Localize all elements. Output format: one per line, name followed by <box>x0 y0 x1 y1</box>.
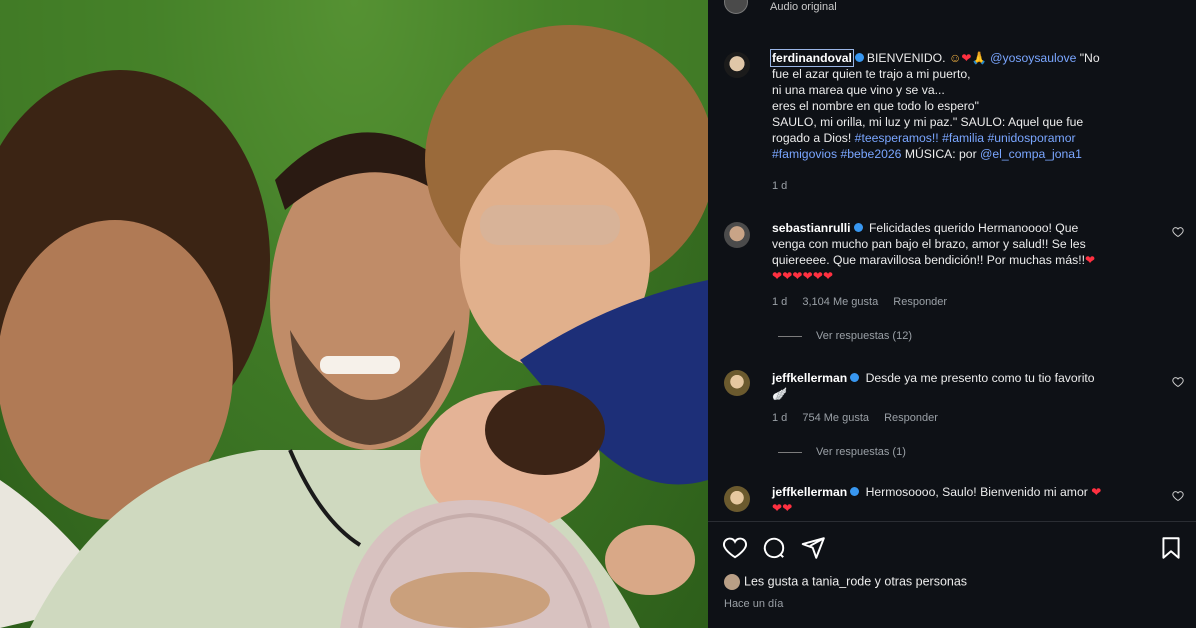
caption: ferdinandoval BIENVENIDO. ☺❤🙏 @yosoysaulo… <box>770 49 1160 162</box>
comment-text: quiereeee. Que maravillosa bendición!! P… <box>772 253 1085 267</box>
comment-avatar[interactable] <box>724 222 750 248</box>
caption-mention-2[interactable]: @el_compa_jona1 <box>980 147 1082 161</box>
comment-text: Felicidades querido Hermanoooo! Que <box>868 221 1079 235</box>
hashtag-4[interactable]: #famigovios <box>772 147 837 161</box>
reply-button[interactable]: Responder <box>893 296 947 308</box>
music-label: MÚSICA: por <box>904 147 977 161</box>
hashtag-2[interactable]: #familia <box>942 131 984 145</box>
caption-time: 1 d <box>772 180 788 192</box>
comment: jeffkellerman Desde ya me presento como … <box>772 370 1160 402</box>
post-photo[interactable] <box>0 0 708 628</box>
caption-line-4: eres el nombre en que todo lo espero" <box>772 99 979 113</box>
actions-divider <box>708 521 1196 522</box>
family-photo-illustration <box>0 0 708 628</box>
comment-like-icon[interactable] <box>1172 490 1184 502</box>
audio-bar: Audio original <box>708 0 1196 16</box>
post-actions <box>708 532 1196 562</box>
comment-text: Hermosoooo, Saulo! Bienvenido mi amor <box>865 485 1088 499</box>
view-replies-button[interactable]: Ver respuestas (1) <box>778 446 906 458</box>
verified-icon <box>853 223 863 232</box>
view-replies-button[interactable]: Ver respuestas (12) <box>778 330 912 342</box>
comment-username[interactable]: sebastianrulli <box>772 221 851 235</box>
heart-emoji-icon: ❤ <box>961 51 972 65</box>
heart-emoji-icon: ❤ <box>1091 485 1102 499</box>
wings-emoji: 🪽 <box>772 387 788 401</box>
share-icon[interactable] <box>800 535 826 561</box>
caption-mention-1[interactable]: @yosoysaulove <box>990 51 1076 65</box>
save-icon[interactable] <box>1158 535 1184 561</box>
hashtag-3[interactable]: #unidosporamor <box>987 131 1075 145</box>
comment-avatar[interactable] <box>724 486 750 512</box>
hashtag-5[interactable]: #bebe2026 <box>840 147 901 161</box>
comments-panel: Audio original ferdinandoval BIENVENIDO. … <box>708 0 1196 628</box>
comment-likes[interactable]: 3,104 Me gusta <box>802 296 878 308</box>
verified-icon <box>850 487 860 496</box>
caption-avatar[interactable] <box>724 52 750 78</box>
comment-time: 1 d <box>772 412 788 424</box>
likes-summary[interactable]: Les gusta a tania_rode y otras personas <box>724 574 967 590</box>
comment-text: Desde ya me presento como tu tio favorit… <box>865 371 1095 385</box>
comment-time: 1 d <box>772 296 788 308</box>
caption-username[interactable]: ferdinandoval <box>770 49 854 67</box>
comment-icon[interactable] <box>761 535 787 561</box>
pray-emoji-icon: 🙏 <box>971 51 987 65</box>
comment-text: venga con mucho pan bajo el brazo, amor … <box>772 237 1086 251</box>
comment-likes[interactable]: 754 Me gusta <box>802 412 869 424</box>
emoji-icons: ☺ <box>948 51 962 65</box>
reply-button[interactable]: Responder <box>884 412 938 424</box>
comment-like-icon[interactable] <box>1172 226 1184 238</box>
caption-text-quote: "No <box>1079 51 1100 65</box>
likes-text: Les gusta a tania_rode y otras personas <box>744 574 968 589</box>
caption-line-3: ni una marea que vino y se va... <box>772 83 945 97</box>
caption-line-6: rogado a Dios! <box>772 131 852 145</box>
verified-icon <box>854 53 864 62</box>
comment: jeffkellerman Hermosoooo, Saulo! Bienven… <box>772 484 1160 516</box>
liker-avatar <box>724 574 740 590</box>
comment-username[interactable]: jeffkellerman <box>772 371 847 385</box>
comment-meta: 1 d 3,104 Me gusta Responder <box>772 296 959 308</box>
comment-meta: 1 d 754 Me gusta Responder <box>772 412 950 424</box>
heart-emoji-icon: ❤ <box>1084 253 1096 267</box>
comment: sebastianrulli Felicidades querido Herma… <box>772 220 1160 284</box>
caption-text-1: BIENVENIDO. <box>866 51 946 65</box>
verified-icon <box>850 373 860 382</box>
comment-username[interactable]: jeffkellerman <box>772 485 847 499</box>
caption-line-2: fue el azar quien te trajo a mi puerto, <box>772 67 971 81</box>
comment-like-icon[interactable] <box>1172 376 1184 388</box>
like-icon[interactable] <box>722 535 748 561</box>
caption-line-5: SAULO, mi orilla, mi luz y mi paz." SAUL… <box>772 115 1084 129</box>
comment-avatar[interactable] <box>724 370 750 396</box>
caption-meta: 1 d <box>772 180 799 192</box>
hearts-emoji: ❤❤❤❤❤❤ <box>772 269 834 283</box>
hashtag-1[interactable]: #teesperamos!! <box>855 131 939 145</box>
hearts-emoji: ❤❤ <box>772 501 793 515</box>
audio-avatar[interactable] <box>724 0 748 14</box>
audio-label[interactable]: Audio original <box>770 1 837 13</box>
post-time: Hace un día <box>724 598 784 610</box>
